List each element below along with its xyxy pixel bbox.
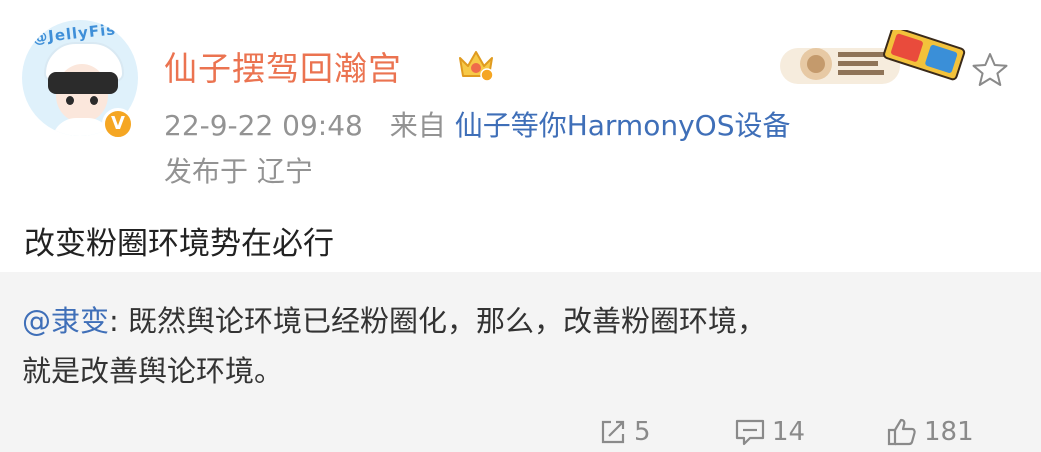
comment-icon (735, 419, 765, 446)
mention-separator: : (109, 304, 119, 338)
quoted-text: 既然舆论环境已经粉圈化，那么，改善粉圈环境， (118, 304, 767, 338)
card-decoration-icon (780, 30, 966, 84)
favorite-star-icon[interactable] (970, 50, 1010, 90)
post-time: 22-9-22 09:48 (164, 109, 363, 142)
repost-count: 5 (634, 417, 651, 447)
quoted-text-line1: @隶变: 既然舆论环境已经粉圈化，那么，改善粉圈环境， (22, 298, 766, 340)
source-link[interactable]: 仙子等你HarmonyOS设备 (455, 109, 791, 142)
mention-link[interactable]: @隶变 (22, 304, 109, 338)
crown-icon[interactable] (456, 44, 496, 84)
avatar-eye (90, 96, 98, 105)
like-count: 181 (924, 417, 974, 447)
avatar-eye (66, 96, 74, 105)
comment-button[interactable]: 14 (734, 414, 805, 450)
like-button[interactable]: 181 (886, 414, 974, 450)
post-text: 改变粉圈环境势在必行 (24, 226, 334, 262)
post-location: 发布于 辽宁 (164, 155, 313, 188)
author-name[interactable]: 仙子摆驾回瀚宫 (164, 42, 402, 90)
comment-count: 14 (772, 417, 806, 447)
avatar-hair (48, 72, 118, 94)
post-meta: 22-9-22 09:48 来自 仙子等你HarmonyOS设备 (164, 104, 790, 144)
repost-button[interactable]: 5 (598, 414, 651, 450)
from-label: 来自 (389, 109, 446, 142)
repost-icon (601, 420, 625, 444)
thumbs-up-icon (887, 418, 916, 446)
verified-badge-icon: V (102, 108, 134, 140)
quoted-text-line2: 就是改善舆论环境。 (22, 354, 284, 388)
